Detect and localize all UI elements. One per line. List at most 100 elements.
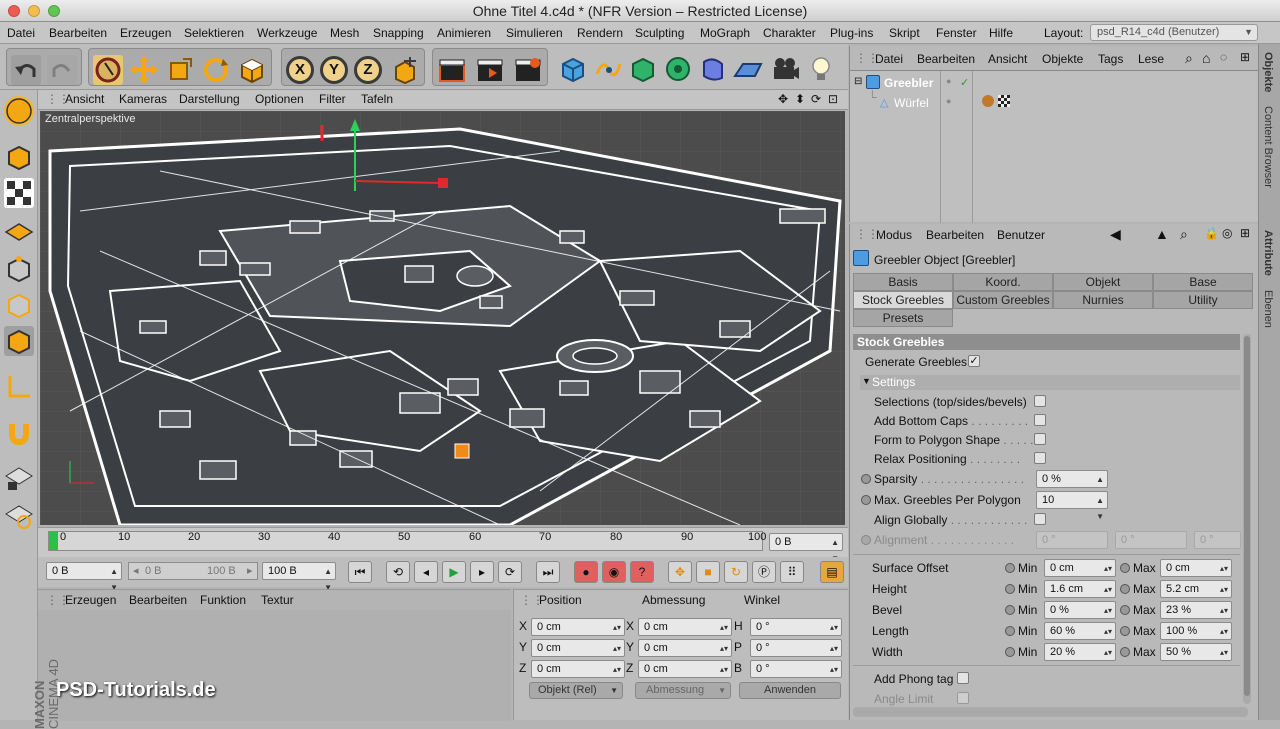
visibility-dots-icon[interactable]: ● bbox=[946, 96, 951, 106]
rotate-tool-button[interactable] bbox=[201, 55, 231, 85]
menu-rendern[interactable]: Rendern bbox=[577, 26, 623, 40]
menu-bearbeiten[interactable]: Bearbeiten bbox=[49, 26, 107, 40]
up-arrow-icon[interactable]: ▲ bbox=[1155, 226, 1169, 242]
eye-icon[interactable]: ◌ bbox=[1220, 50, 1227, 64]
add-generator-button[interactable] bbox=[628, 54, 658, 84]
range-max-field[interactable]: 0 cm ▴▾ bbox=[1160, 559, 1232, 577]
viewport-menu-kameras[interactable]: Kameras bbox=[119, 92, 167, 106]
add-phong-checkbox[interactable] bbox=[957, 672, 969, 684]
menu-erzeugen[interactable]: Erzeugen bbox=[120, 26, 171, 40]
align-globally-checkbox[interactable] bbox=[1034, 513, 1046, 525]
spinner-icon[interactable]: ▴▾ bbox=[1220, 624, 1228, 640]
spinner-icon[interactable]: ▴▾ bbox=[1220, 645, 1228, 661]
tab-utility[interactable]: Utility bbox=[1153, 291, 1253, 309]
add-floor-button[interactable] bbox=[733, 54, 763, 84]
add-camera-button[interactable] bbox=[770, 54, 800, 84]
y-axis-lock-button[interactable]: Y bbox=[320, 56, 348, 84]
spinner-icon[interactable]: ▴▾ bbox=[1104, 582, 1112, 598]
add-cube-button[interactable] bbox=[558, 54, 588, 84]
menu-sculpting[interactable]: Sculpting bbox=[635, 26, 684, 40]
add-deformer-button[interactable] bbox=[698, 54, 728, 84]
current-frame-field[interactable]: 0 B▲▼ bbox=[769, 533, 843, 563]
attr-hscrollbar[interactable] bbox=[853, 707, 1248, 717]
menu-datei[interactable]: Datei bbox=[7, 26, 35, 40]
edges-mode-button[interactable] bbox=[4, 290, 34, 320]
menu-animieren[interactable]: Animieren bbox=[437, 26, 491, 40]
texture-mode-button[interactable] bbox=[4, 178, 34, 208]
render-picture-viewer-button[interactable] bbox=[475, 55, 505, 85]
tab-custom-greebles[interactable]: Custom Greebles bbox=[953, 291, 1053, 309]
add-spline-button[interactable] bbox=[593, 54, 623, 84]
spinner-icon[interactable]: ▴▾ bbox=[830, 662, 838, 678]
coord-value-field[interactable]: 0 cm ▴▾ bbox=[531, 660, 625, 678]
object-menu-ansicht[interactable]: Ansicht bbox=[988, 52, 1027, 66]
range-left-arrow-icon[interactable]: ◂ bbox=[133, 564, 139, 577]
render-settings-button[interactable] bbox=[513, 55, 543, 85]
zoom-icon[interactable] bbox=[48, 5, 60, 17]
spinner-icon[interactable]: ▴▾ bbox=[720, 662, 728, 678]
rotate-view-icon[interactable]: ⟳ bbox=[811, 92, 821, 106]
menu-werkzeuge[interactable]: Werkzeuge bbox=[257, 26, 317, 40]
settings-group-header[interactable]: ▼ Settings bbox=[860, 375, 1240, 390]
viewport-menu-optionen[interactable]: Optionen bbox=[255, 92, 304, 106]
material-menu-funktion[interactable]: Funktion bbox=[200, 593, 246, 607]
material-menu-bearbeiten[interactable]: Bearbeiten bbox=[129, 593, 187, 607]
end-frame-field[interactable]: 100 B ▲ ▼ bbox=[262, 562, 336, 592]
range-min-keyframe-radio[interactable] bbox=[1005, 605, 1015, 615]
autokey-button[interactable]: ◉ bbox=[602, 561, 626, 583]
range-max-field[interactable]: 5.2 cm ▴▾ bbox=[1160, 580, 1232, 598]
side-tab-ebenen[interactable]: Ebenen bbox=[1262, 290, 1274, 328]
key-parameter-button[interactable]: Ⓟ bbox=[752, 561, 776, 583]
z-axis-lock-button[interactable]: Z bbox=[354, 56, 382, 84]
range-min-keyframe-radio[interactable] bbox=[1005, 626, 1015, 636]
new-panel-icon[interactable]: ⊞ bbox=[1240, 50, 1250, 64]
spinner-icon[interactable]: ▴▾ bbox=[1104, 624, 1112, 640]
enabled-check-icon[interactable]: ✓ bbox=[960, 76, 969, 89]
apply-button[interactable]: Anwenden bbox=[739, 682, 841, 699]
range-max-keyframe-radio[interactable] bbox=[1120, 563, 1130, 573]
side-tab-attribute[interactable]: Attribute bbox=[1262, 230, 1274, 276]
attr-scrollbar-thumb[interactable] bbox=[1244, 336, 1250, 696]
attr-menu-benutzer[interactable]: Benutzer bbox=[997, 228, 1045, 242]
spinner-icon[interactable]: ▴▾ bbox=[613, 662, 621, 678]
add-array-button[interactable] bbox=[663, 54, 693, 84]
bottom-caps-checkbox[interactable] bbox=[1034, 414, 1046, 426]
spinner-icon[interactable]: ▴▾ bbox=[613, 620, 621, 636]
search-icon[interactable]: ⌕ bbox=[1180, 226, 1188, 243]
object-row-wuerfel[interactable]: └ △ Würfel ● bbox=[854, 90, 1254, 113]
coord-value-field[interactable]: 0 ° ▴▾ bbox=[750, 618, 842, 636]
tab-nurnies[interactable]: Nurnies bbox=[1053, 291, 1153, 309]
range-right-arrow-icon[interactable]: ▸ bbox=[247, 564, 253, 577]
prev-key-button[interactable]: ⟲ bbox=[386, 561, 410, 583]
3d-viewport[interactable] bbox=[40, 111, 845, 525]
viewport-menu-tafeln[interactable]: Tafeln bbox=[361, 92, 393, 106]
timeline-playhead[interactable] bbox=[49, 532, 58, 550]
tab-base[interactable]: Base bbox=[1153, 273, 1253, 291]
spinner-icon[interactable]: ▴▾ bbox=[720, 641, 728, 657]
coord-value-field[interactable]: 0 cm ▴▾ bbox=[531, 618, 625, 636]
keyframe-selection-button[interactable]: ? bbox=[630, 561, 654, 583]
coord-value-field[interactable]: 0 ° ▴▾ bbox=[750, 660, 842, 678]
next-key-button[interactable]: ⟳ bbox=[498, 561, 522, 583]
range-min-field[interactable]: 0 % ▴▾ bbox=[1044, 601, 1116, 619]
spinner-icon[interactable]: ▴▾ bbox=[1104, 645, 1112, 661]
generate-greebles-checkbox[interactable]: ✓ bbox=[968, 355, 980, 367]
range-max-keyframe-radio[interactable] bbox=[1120, 605, 1130, 615]
menu-hilfe[interactable]: Hilfe bbox=[989, 26, 1013, 40]
prev-frame-button[interactable]: ◂ bbox=[414, 561, 438, 583]
relax-positioning-checkbox[interactable] bbox=[1034, 452, 1046, 464]
workplane-mode-button[interactable] bbox=[4, 216, 34, 246]
attr-menu-bearbeiten[interactable]: Bearbeiten bbox=[926, 228, 984, 242]
material-tag-icon[interactable] bbox=[982, 95, 994, 107]
viewport-menu-darstellung[interactable]: Darstellung bbox=[179, 92, 240, 106]
polygons-mode-button[interactable] bbox=[4, 326, 34, 356]
coord-value-field[interactable]: 0 cm ▴▾ bbox=[531, 639, 625, 657]
visibility-dots-icon[interactable]: ● bbox=[946, 76, 951, 86]
search-icon[interactable]: ⌕ bbox=[1185, 50, 1193, 67]
object-menu-datei[interactable]: Datei bbox=[875, 52, 903, 66]
texture-tag-icon[interactable] bbox=[998, 95, 1010, 107]
range-min-keyframe-radio[interactable] bbox=[1005, 647, 1015, 657]
move-tool-button[interactable] bbox=[129, 55, 159, 85]
range-max-keyframe-radio[interactable] bbox=[1120, 584, 1130, 594]
key-scale-button[interactable]: ■ bbox=[696, 561, 720, 583]
